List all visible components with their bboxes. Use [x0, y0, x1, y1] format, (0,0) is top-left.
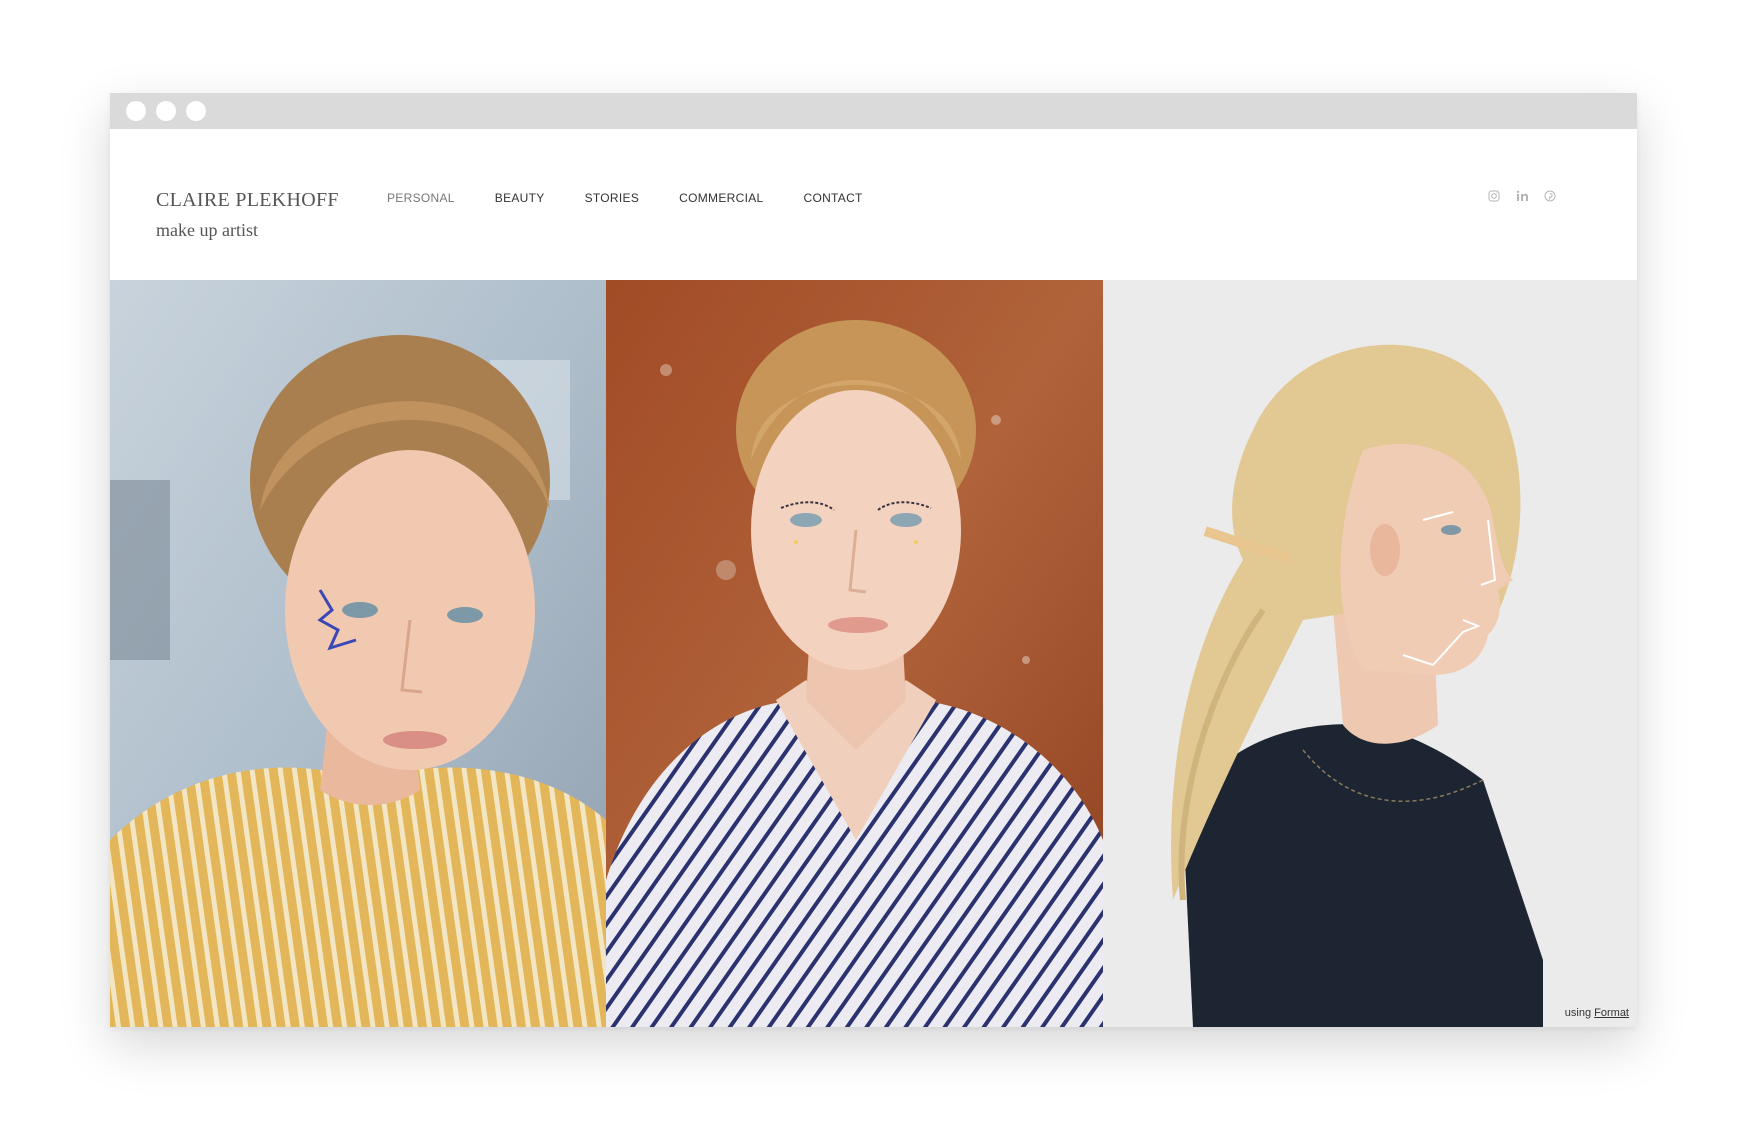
nav-item-commercial[interactable]: COMMERCIAL: [679, 191, 763, 205]
site-name[interactable]: CLAIRE PLEKHOFF: [156, 189, 339, 212]
pinterest-icon[interactable]: [1543, 189, 1557, 203]
gallery-photo-2[interactable]: [606, 280, 1103, 1027]
platform-credit: using Format: [1565, 1007, 1629, 1019]
main-nav: PERSONAL BEAUTY STORIES COMMERCIAL CONTA…: [387, 191, 903, 205]
social-links: [1487, 189, 1557, 203]
instagram-icon[interactable]: [1487, 189, 1501, 203]
nav-item-stories[interactable]: STORIES: [585, 191, 640, 205]
site-brand[interactable]: CLAIRE PLEKHOFF make up artist: [156, 189, 339, 241]
credit-format-link[interactable]: Format: [1594, 1007, 1629, 1019]
portrait-navy-stripes-image: [606, 280, 1103, 1027]
window-titlebar: [110, 93, 1637, 129]
photo-gallery: using Format: [110, 280, 1637, 1027]
browser-window: CLAIRE PLEKHOFF make up artist PERSONAL …: [110, 93, 1637, 1027]
linkedin-icon[interactable]: [1515, 189, 1529, 203]
gallery-photo-3[interactable]: using Format: [1103, 280, 1637, 1027]
portrait-profile-dark-top-image: [1103, 280, 1637, 1027]
site-tagline: make up artist: [156, 220, 258, 240]
credit-prefix: using: [1564, 1007, 1592, 1019]
gallery-photo-1[interactable]: [110, 280, 606, 1027]
site-header: CLAIRE PLEKHOFF make up artist PERSONAL …: [110, 129, 1637, 280]
portrait-yellow-stripes-image: [110, 280, 606, 1027]
window-dot-minimize[interactable]: [156, 101, 176, 121]
nav-item-contact[interactable]: CONTACT: [803, 191, 862, 205]
nav-item-beauty[interactable]: BEAUTY: [495, 191, 545, 205]
window-dot-close[interactable]: [126, 101, 146, 121]
window-dot-maximize[interactable]: [186, 101, 206, 121]
nav-item-personal[interactable]: PERSONAL: [387, 191, 455, 205]
